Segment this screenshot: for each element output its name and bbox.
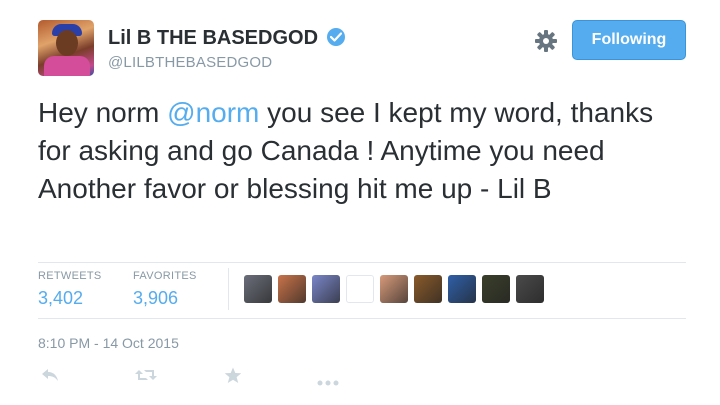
user-handle[interactable]: @LILBTHEBASEDGOD [108,54,272,71]
avatar-shirt [44,56,90,76]
gear-icon[interactable] [534,29,558,53]
tweet-text: Hey norm @norm you see I kept my word, t… [38,94,688,208]
user-name[interactable]: Lil B THE BASEDGOD [108,27,318,50]
stats-divider-top [38,262,686,263]
favoriter-avatar[interactable] [414,275,442,303]
favoriter-avatar[interactable] [448,275,476,303]
verified-badge-icon [327,28,345,46]
reply-icon[interactable] [40,367,60,388]
retweets-count[interactable]: 3,402 [38,288,83,309]
tweet-text-start: Hey norm [38,97,168,128]
mention-link[interactable]: @norm [167,97,259,128]
favoriter-avatar[interactable] [516,275,544,303]
favoriter-avatar[interactable] [278,275,306,303]
favoriter-avatar[interactable] [380,275,408,303]
retweet-icon[interactable] [134,367,158,388]
stats-separator [228,268,229,310]
favorites-label[interactable]: FAVORITES [133,270,197,282]
favoriter-avatar[interactable] [312,275,340,303]
retweets-label[interactable]: RETWEETS [38,270,102,282]
stats-divider-bottom [38,318,686,319]
avatar-face [56,30,78,56]
favorites-count[interactable]: 3,906 [133,288,178,309]
tweet-timestamp[interactable]: 8:10 PM - 14 Oct 2015 [38,335,179,351]
favoriter-avatar[interactable] [346,275,374,303]
avatar[interactable] [38,20,94,76]
favoriters-list [244,275,544,303]
following-button[interactable]: Following [572,20,686,60]
star-icon[interactable] [224,367,242,389]
favoriter-avatar[interactable] [244,275,272,303]
more-icon[interactable] [317,373,339,391]
favoriter-avatar[interactable] [482,275,510,303]
